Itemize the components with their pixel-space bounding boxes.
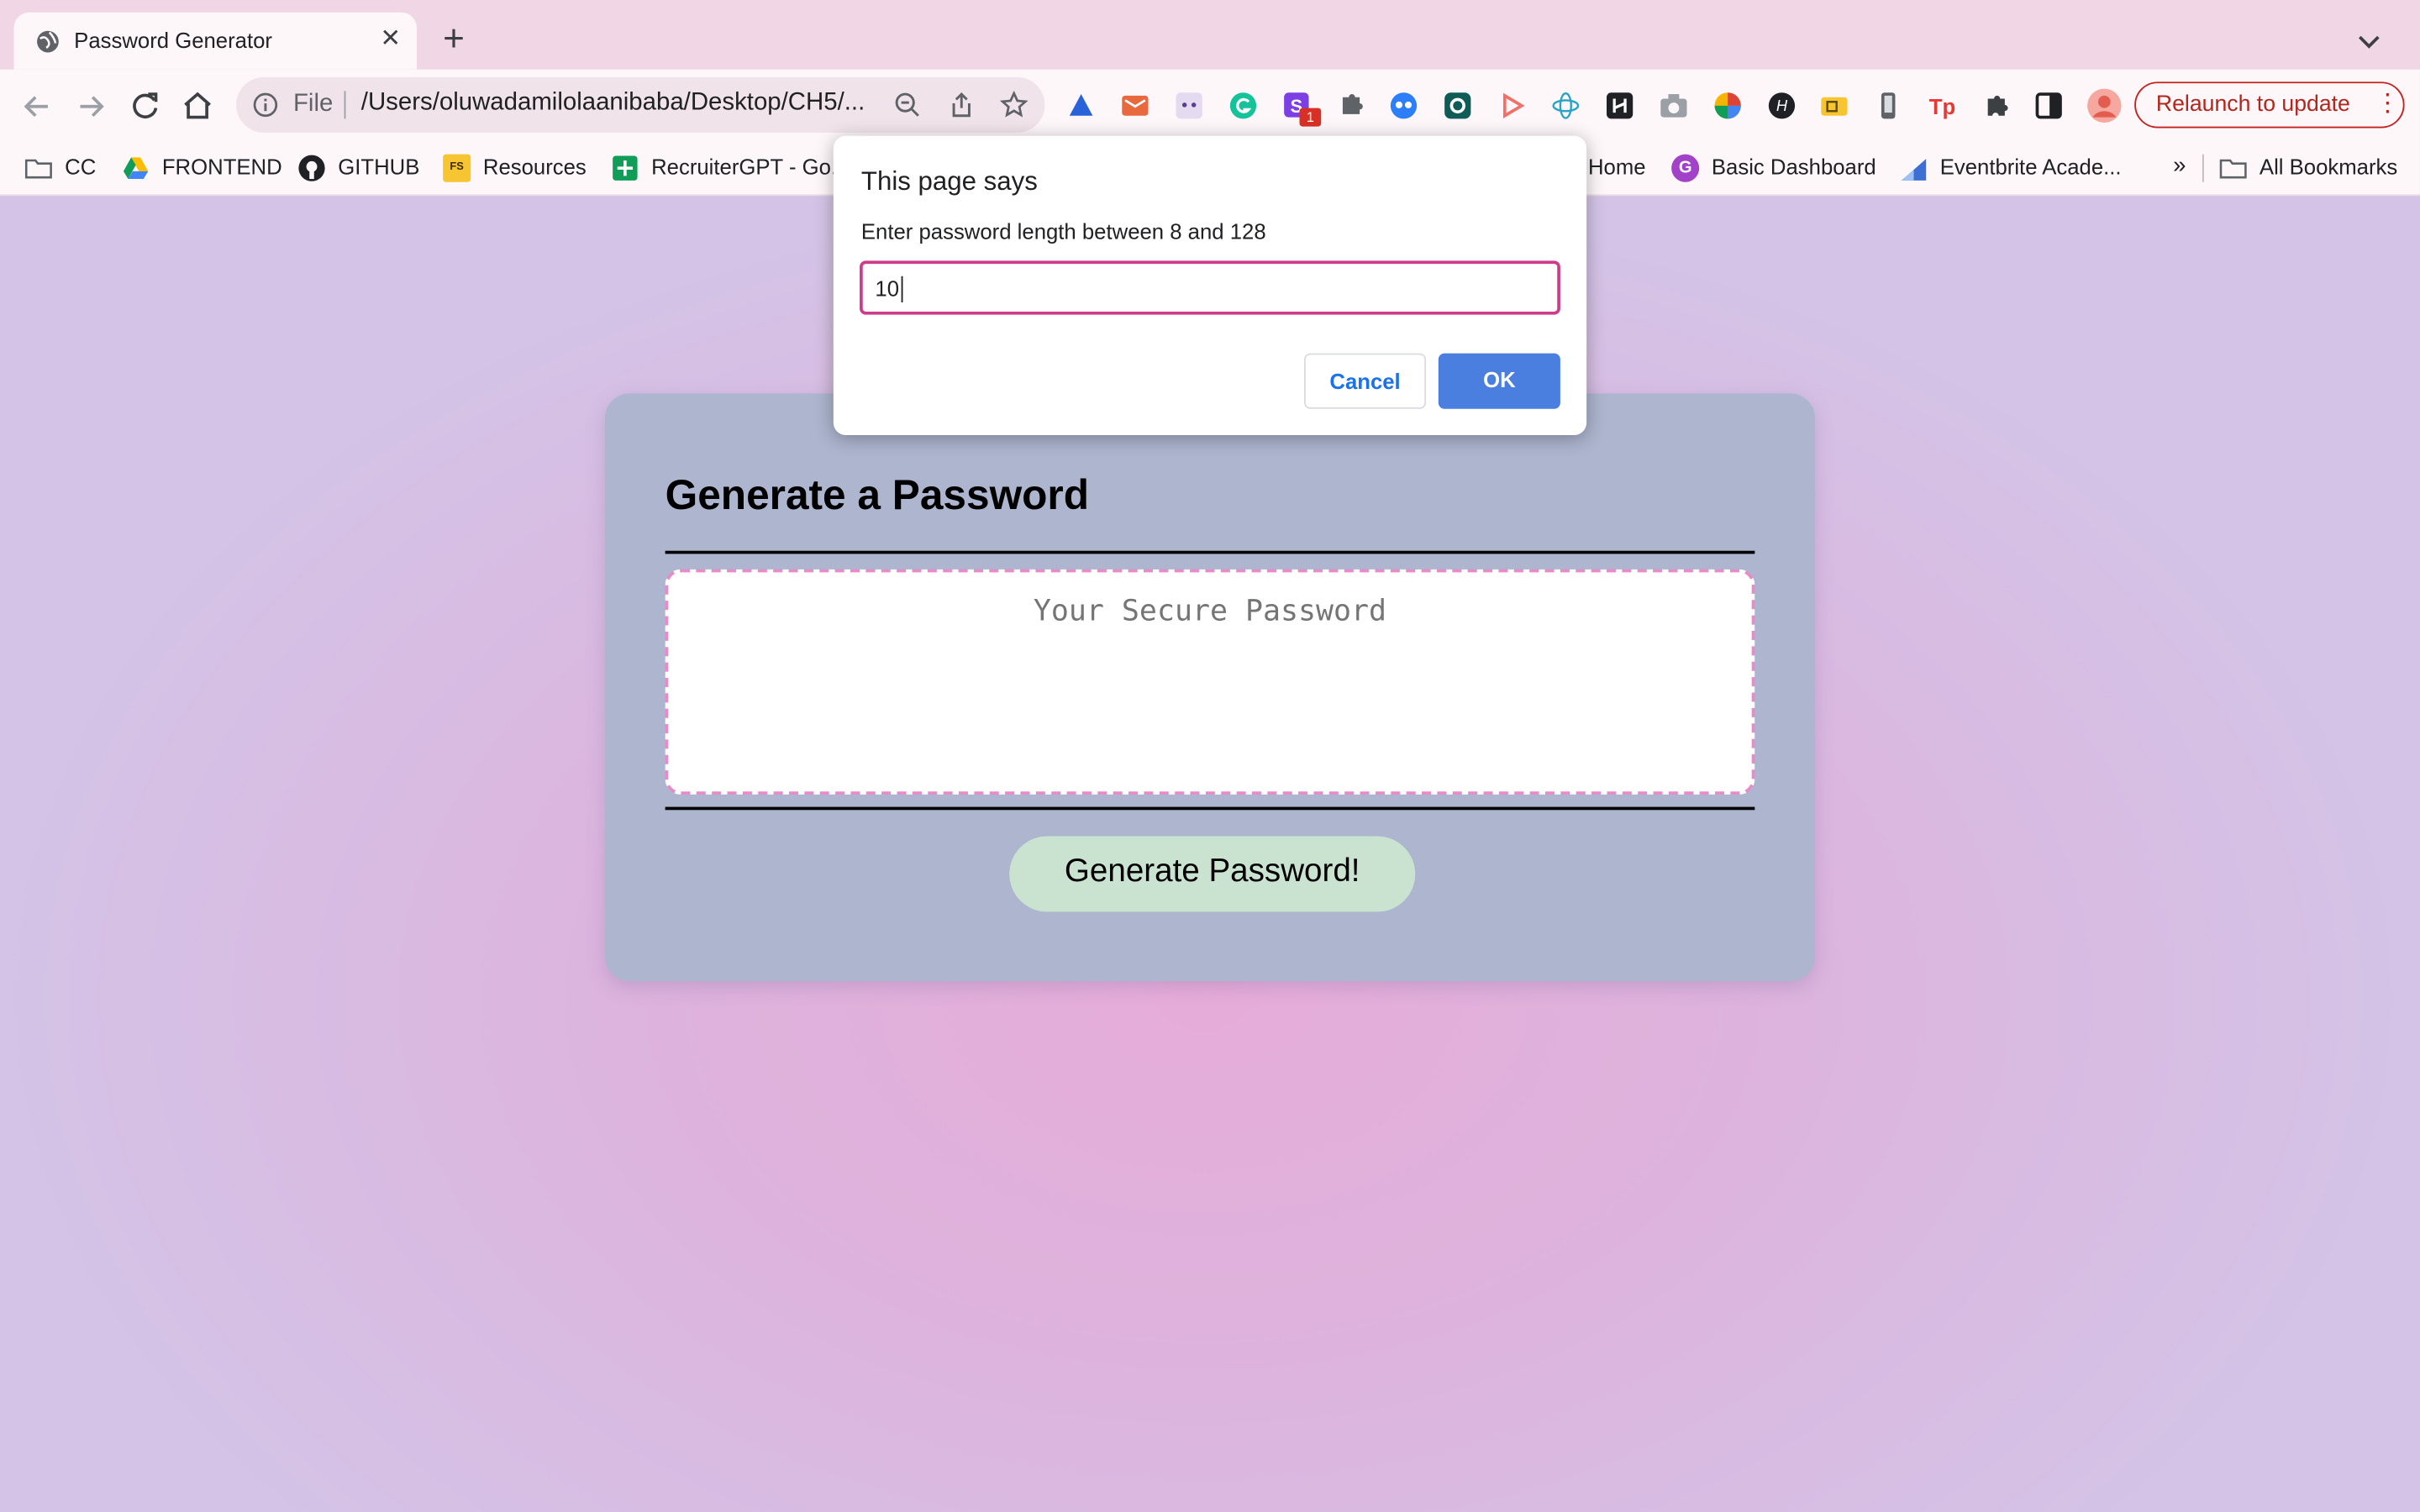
prompt-dialog: This page says Enter password length bet… — [833, 135, 1587, 435]
bookmark-label: All Bookmarks — [2259, 154, 2398, 180]
tab-password-generator[interactable]: Password Generator ✕ — [13, 12, 417, 70]
extension-icon[interactable] — [1066, 91, 1096, 120]
generate-button-label: Generate Password! — [1064, 853, 1360, 889]
card-divider-bottom — [665, 806, 1755, 811]
bookmark-label: GITHUB — [338, 154, 420, 180]
browser-toolbar: File /Users/oluwadamilolaanibaba/Desktop… — [0, 69, 2420, 142]
reload-icon[interactable] — [125, 87, 166, 127]
camera-icon[interactable] — [1659, 91, 1688, 120]
share-icon[interactable] — [948, 91, 976, 118]
wallet-extension-icon[interactable] — [1819, 91, 1849, 120]
password-output[interactable]: Your Secure Password — [665, 569, 1755, 795]
github-icon — [298, 155, 325, 181]
bookmark-label: CC — [65, 154, 97, 180]
tab-strip: Password Generator ✕ + — [0, 0, 2420, 70]
cancel-button[interactable]: Cancel — [1304, 353, 1427, 409]
text-caret — [901, 276, 903, 302]
relaunch-label: Relaunch to update — [2155, 92, 2350, 118]
bookmark-star-icon[interactable] — [1000, 91, 1028, 118]
back-arrow-icon[interactable] — [17, 87, 57, 127]
bookmarks-divider — [2202, 154, 2204, 182]
bookmark-label: Home — [1587, 154, 1646, 180]
avatar[interactable] — [2086, 88, 2122, 123]
hashnode-extension-icon[interactable]: H — [1767, 91, 1797, 120]
address-bar[interactable]: File /Users/oluwadamilolaanibaba/Desktop… — [236, 76, 1045, 133]
eventbrite-icon — [1901, 159, 1927, 181]
page-title: Generate a Password — [665, 472, 1090, 519]
svg-text:Tp: Tp — [1929, 96, 1955, 119]
password-card: Generate a Password Your Secure Password… — [604, 393, 1815, 982]
owl-extension-icon[interactable] — [1389, 91, 1418, 120]
forward-arrow-icon[interactable] — [71, 87, 111, 127]
zoom-icon[interactable] — [893, 91, 921, 118]
card-divider-top — [665, 550, 1755, 554]
h-extension-icon[interactable] — [1605, 91, 1634, 120]
bookmark-label: Basic Dashboard — [1711, 154, 1876, 180]
cancel-label: Cancel — [1329, 368, 1401, 394]
folder-icon — [2219, 159, 2247, 179]
password-length-input[interactable]: 10 — [860, 260, 1560, 315]
mail-extension-icon[interactable] — [1120, 91, 1150, 120]
extensions-puzzle-icon[interactable] — [1981, 91, 2011, 120]
bookmark-label: Resources — [482, 154, 587, 180]
ok-label: OK — [1483, 367, 1516, 392]
ok-button[interactable]: OK — [1438, 353, 1560, 409]
password-placeholder: Your Secure Password — [1033, 594, 1387, 628]
extension-badge: 1 — [1299, 108, 1322, 127]
relaunch-button[interactable]: Relaunch to update ⋮ — [2134, 81, 2405, 129]
drive-icon — [123, 157, 149, 180]
folder-icon — [24, 159, 52, 179]
play-extension-icon[interactable] — [1497, 91, 1527, 120]
cat-extension-icon[interactable] — [1175, 91, 1204, 120]
puzzle-extension-icon[interactable] — [1337, 91, 1366, 120]
phone-extension-icon[interactable] — [1874, 91, 1903, 120]
chevron-down-icon[interactable] — [2352, 24, 2386, 58]
bookmark-label: Eventbrite Acade... — [1939, 154, 2122, 180]
new-tab-button[interactable]: + — [434, 21, 474, 62]
dialog-message: Enter password length between 8 and 128 — [860, 218, 1266, 244]
tp-extension-icon[interactable]: Tp — [1928, 91, 1957, 120]
dialog-title: This page says — [860, 166, 1038, 197]
side-panel-icon[interactable] — [2034, 91, 2064, 120]
svg-text:H: H — [1776, 97, 1788, 114]
generate-password-button[interactable]: Generate Password! — [1009, 836, 1416, 912]
atom-extension-icon[interactable] — [1551, 91, 1581, 120]
tab-title: Password Generator — [74, 28, 273, 53]
fs-icon: FS — [443, 154, 471, 182]
more-bookmarks-button[interactable]: » — [2173, 153, 2186, 184]
url-scheme: File — [292, 91, 334, 118]
color-wheel-icon[interactable] — [1713, 91, 1743, 120]
grammarly-icon[interactable] — [1228, 91, 1258, 120]
input-value: 10 — [875, 276, 900, 302]
bookmark-label: RecruiterGPT - Go... — [651, 154, 850, 180]
recorder-extension-icon[interactable] — [1443, 91, 1472, 120]
bookmark-label: FRONTEND — [161, 154, 282, 180]
sheets-icon — [613, 155, 638, 181]
info-icon[interactable] — [253, 92, 278, 118]
home-icon[interactable] — [177, 87, 218, 127]
g-icon: G — [1671, 154, 1700, 182]
close-tab-icon[interactable]: ✕ — [375, 24, 406, 55]
globe-icon — [37, 30, 59, 53]
url-text[interactable]: /Users/oluwadamilolaanibaba/Desktop/CH5/… — [361, 90, 865, 118]
more-vert-icon[interactable]: ⋮ — [2375, 91, 2400, 118]
omnibox-divider — [344, 91, 346, 119]
